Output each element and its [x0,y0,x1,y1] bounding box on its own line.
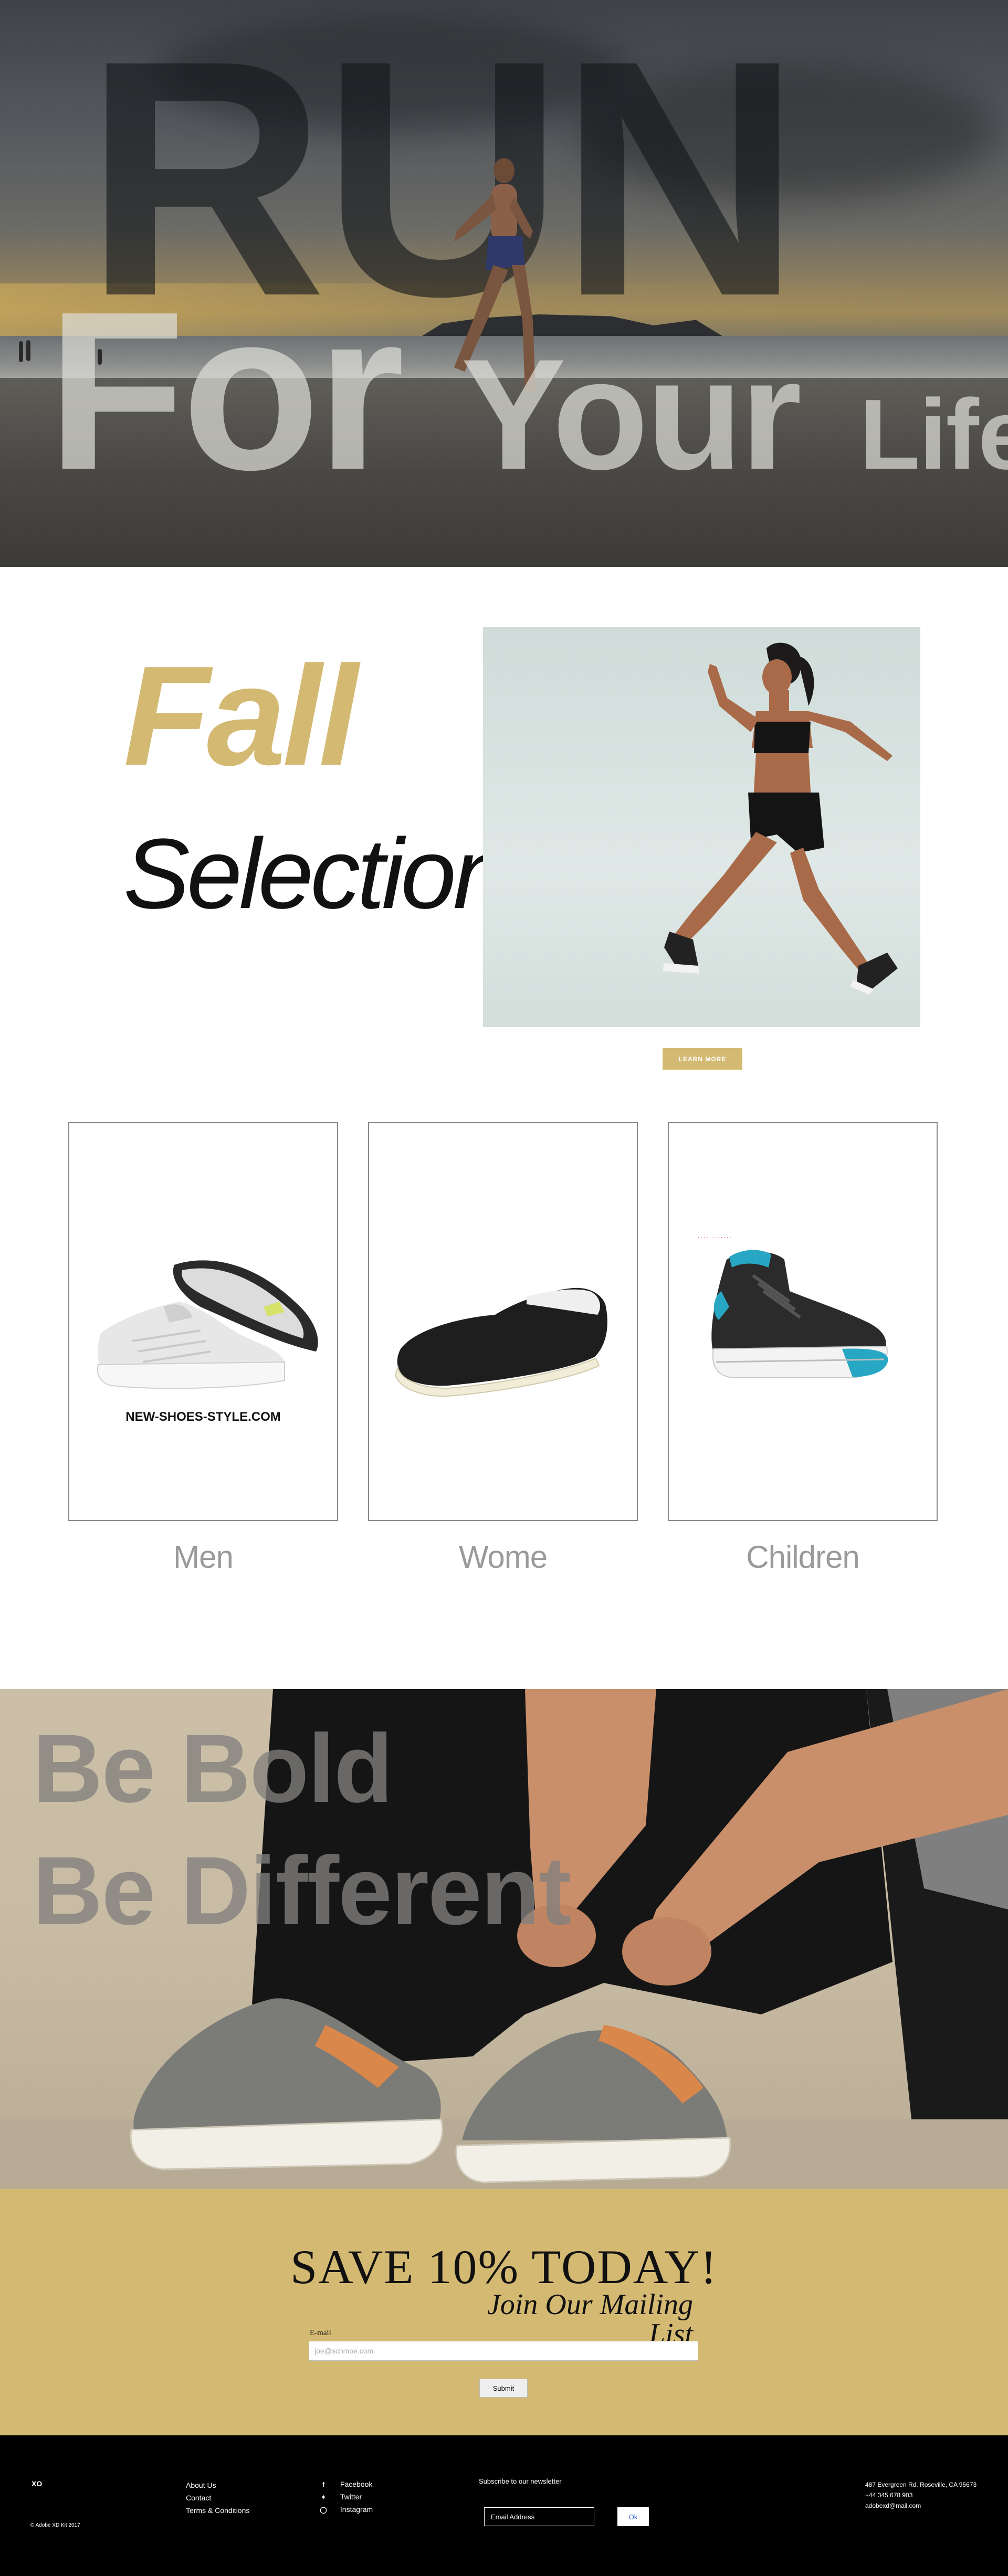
men-category-card[interactable]: NEW-SHOES-STYLE.COM [68,1122,338,1521]
hero-word-your: Your [461,326,802,502]
footer-copyright: © Adobe XD Kit 2017 [30,2522,80,2528]
mailing-list-subtitle: Join Our Mailing List [487,2288,693,2350]
shoe-brand-watermark: NEW-SHOES-STYLE.COM [125,1410,281,1424]
category-label-women[interactable]: Wome [368,1539,638,1575]
twitter-label: Twitter [340,2493,362,2501]
women-category-card[interactable] [368,1122,638,1521]
children-category-card[interactable]: · · · · · · · · · · · · [668,1122,938,1521]
footer-email[interactable]: adobexd@mail.com [865,2500,921,2511]
athlete-photo [483,627,920,1027]
footer-link-terms[interactable]: Terms & Conditions [186,2504,249,2517]
email-label: E-mail [310,2329,331,2337]
distant-person [19,341,23,362]
be-bold-line: Be Bold [33,1715,393,1823]
email-field[interactable] [309,2341,698,2361]
facebook-label: Facebook [340,2480,373,2488]
site-footer [0,2435,1008,2576]
men-shoe-image [97,1260,318,1389]
newsletter-label: Subscribe to our newsletter [479,2477,562,2485]
footer-social-twitter[interactable]: ✦ Twitter [318,2490,362,2504]
newsletter-email-input[interactable] [484,2507,594,2526]
footer-address-line1: 487 Evergreen Rd. Roseville, CA 95673 [865,2481,977,2488]
learn-more-button[interactable]: LEARN MORE [663,1048,742,1070]
submit-button[interactable]: Submit [479,2379,528,2398]
footer-phone: +44 345 678 903 [865,2491,913,2499]
category-label-children[interactable]: Children [668,1539,938,1575]
children-shoe-image [711,1250,888,1378]
instagram-icon: ◯ [320,2506,327,2514]
hero-word-life: Life [859,379,1008,490]
hero-banner: RUN For Your Life [0,0,1008,567]
twitter-icon: ✦ [320,2494,327,2501]
hero-headline-for-your-life: For Your Life [47,278,1008,504]
instagram-label: Instagram [340,2505,373,2514]
newsletter-ok-button[interactable]: Ok [617,2507,649,2526]
save-promo-title: SAVE 10% TODAY! [290,2240,718,2294]
category-label-men[interactable]: Men [68,1539,338,1575]
women-shoe-image [394,1287,607,1397]
fall-title: Fall [123,637,358,795]
footer-logo[interactable]: XO [32,2477,42,2490]
be-bold-banner: Be Bold Be Different [0,1689,1008,2189]
footer-link-contact[interactable]: Contact [186,2491,211,2504]
hero-word-for: For [47,265,405,517]
footer-link-about[interactable]: About Us [186,2479,216,2491]
distant-person [26,340,30,361]
footer-social-facebook[interactable]: f Facebook [318,2478,372,2491]
be-different-line: Be Different [33,1837,571,1945]
facebook-icon: f [322,2481,324,2488]
footer-social-instagram[interactable]: ◯ Instagram [318,2503,373,2516]
